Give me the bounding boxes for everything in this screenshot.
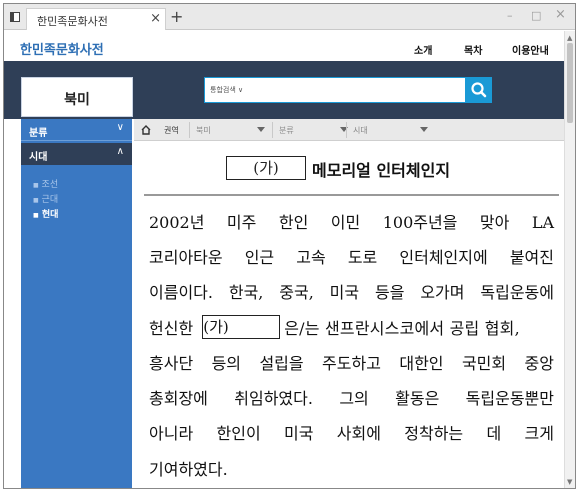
scroll-down-icon[interactable]: ▼ xyxy=(567,478,572,486)
paragraph-line: 코리아타운 인근 고속 도로 인터체인지에 붙여진 xyxy=(149,248,554,267)
site-header: 한민족문화사전 소개 목차 이용안내 xyxy=(4,31,564,61)
window-icon xyxy=(10,12,20,22)
region-select[interactable]: 북미 xyxy=(189,122,265,138)
chevron-down-icon: ∨ xyxy=(116,122,124,133)
tab-title: 한민족문화사전 xyxy=(37,15,108,28)
dropdown-arrow-icon xyxy=(420,127,428,132)
search-icon xyxy=(471,82,487,98)
site-title[interactable]: 한민족문화사전 xyxy=(20,39,104,58)
chevron-up-icon: ∧ xyxy=(116,146,124,157)
nav-link-guide[interactable]: 이용안내 xyxy=(512,42,549,57)
bullet-icon: ■ xyxy=(33,197,39,204)
paragraph-line: 헌신한 (가) 은/는 샌프란시스코에서 공립 협회, xyxy=(149,315,554,341)
maximize-icon[interactable]: □ xyxy=(531,9,541,22)
sidebar-section-label: 시대 xyxy=(29,152,48,163)
region-select-value: 북미 xyxy=(196,126,211,135)
new-tab-icon[interactable]: + xyxy=(170,7,183,26)
sidebar-item-joseon[interactable]: ■ 조선 xyxy=(33,177,58,190)
sidebar-section-era[interactable]: 시대 ∧ xyxy=(21,143,132,165)
blank-label: (가) xyxy=(203,318,229,336)
paragraph-line: 기여하였다. xyxy=(149,460,228,479)
sidebar-section-category[interactable]: 분류 ∨ xyxy=(21,119,132,141)
paragraph-line: 흥사단 등의 설립을 주도하고 대한인 국민회 중앙 xyxy=(149,354,554,373)
category-select-value: 분류 xyxy=(279,126,294,135)
paragraph-line: 2002년 미주 한인 이민 100주년을 맞아 LA xyxy=(149,213,554,232)
paragraph-line: 아니라 한인이 미국 사회에 정착하는 데 크게 xyxy=(149,424,554,443)
nav-link-intro[interactable]: 소개 xyxy=(414,42,432,57)
paragraph-text: 헌신한 xyxy=(149,319,194,338)
paragraph-line: 이름이다. 한국, 중국, 미국 등을 오가며 독립운동에 xyxy=(149,283,554,302)
era-select-value: 시대 xyxy=(353,126,368,135)
paragraph-line: 총회장에 취임하였다. 그의 활동은 독립운동뿐만 xyxy=(149,389,554,408)
close-window-icon[interactable]: × xyxy=(555,7,566,22)
page-title: 북미 xyxy=(64,92,90,108)
category-select[interactable]: 분류 xyxy=(272,122,348,138)
tab-close-icon[interactable]: × xyxy=(150,11,161,26)
home-icon[interactable] xyxy=(140,124,152,136)
sidebar-item-label: 조선 xyxy=(41,180,59,190)
dropdown-arrow-icon xyxy=(257,127,265,132)
browser-window: 한민족문화사전 × + – □ × 한민족문화사전 소개 목차 이용안내 통합검… xyxy=(3,3,576,489)
scrollbar[interactable]: ▲ ▼ xyxy=(564,31,575,488)
sidebar-item-contemporary[interactable]: ■ 현대 xyxy=(33,207,58,220)
sidebar-item-label: 근대 xyxy=(41,195,59,205)
search-category-dropdown[interactable]: 통합검색 ∨ xyxy=(210,85,243,95)
blank-label: (가) xyxy=(253,159,279,177)
sidebar: 분류 ∨ 시대 ∧ ■ 조선 ■ 근대 ■ 현대 xyxy=(21,119,132,488)
region-label: 권역 xyxy=(164,126,179,135)
browser-tab-bar: 한민족문화사전 × + – □ × xyxy=(4,4,575,30)
minimize-icon[interactable]: – xyxy=(507,9,513,22)
sidebar-item-label: 현대 xyxy=(41,210,59,220)
bullet-icon: ■ xyxy=(33,182,39,189)
search-input[interactable]: 통합검색 ∨ xyxy=(204,77,466,103)
blank-box: (가) xyxy=(202,315,281,339)
article-title-text: 메모리얼 인터체인지 xyxy=(312,161,451,180)
sidebar-section-label: 분류 xyxy=(29,128,48,139)
sidebar-item-modern[interactable]: ■ 근대 xyxy=(33,192,58,205)
blank-box: (가) xyxy=(226,156,306,180)
scroll-up-icon[interactable]: ▲ xyxy=(567,34,572,42)
page-title-box: 북미 xyxy=(21,77,133,117)
browser-tab[interactable]: 한민족문화사전 × xyxy=(26,8,166,30)
paragraph-text: 은/는 샌프란시스코에서 공립 협회, xyxy=(284,319,520,338)
scrollbar-thumb[interactable] xyxy=(567,43,573,123)
filter-bar: 권역 북미 분류 시대 xyxy=(134,119,564,141)
nav-link-contents[interactable]: 목차 xyxy=(464,42,482,57)
era-select[interactable]: 시대 xyxy=(346,122,428,138)
bullet-icon: ■ xyxy=(33,212,39,219)
title-divider xyxy=(144,194,559,196)
article-title: (가) 메모리얼 인터체인지 xyxy=(144,154,564,182)
search-button[interactable] xyxy=(466,77,492,103)
